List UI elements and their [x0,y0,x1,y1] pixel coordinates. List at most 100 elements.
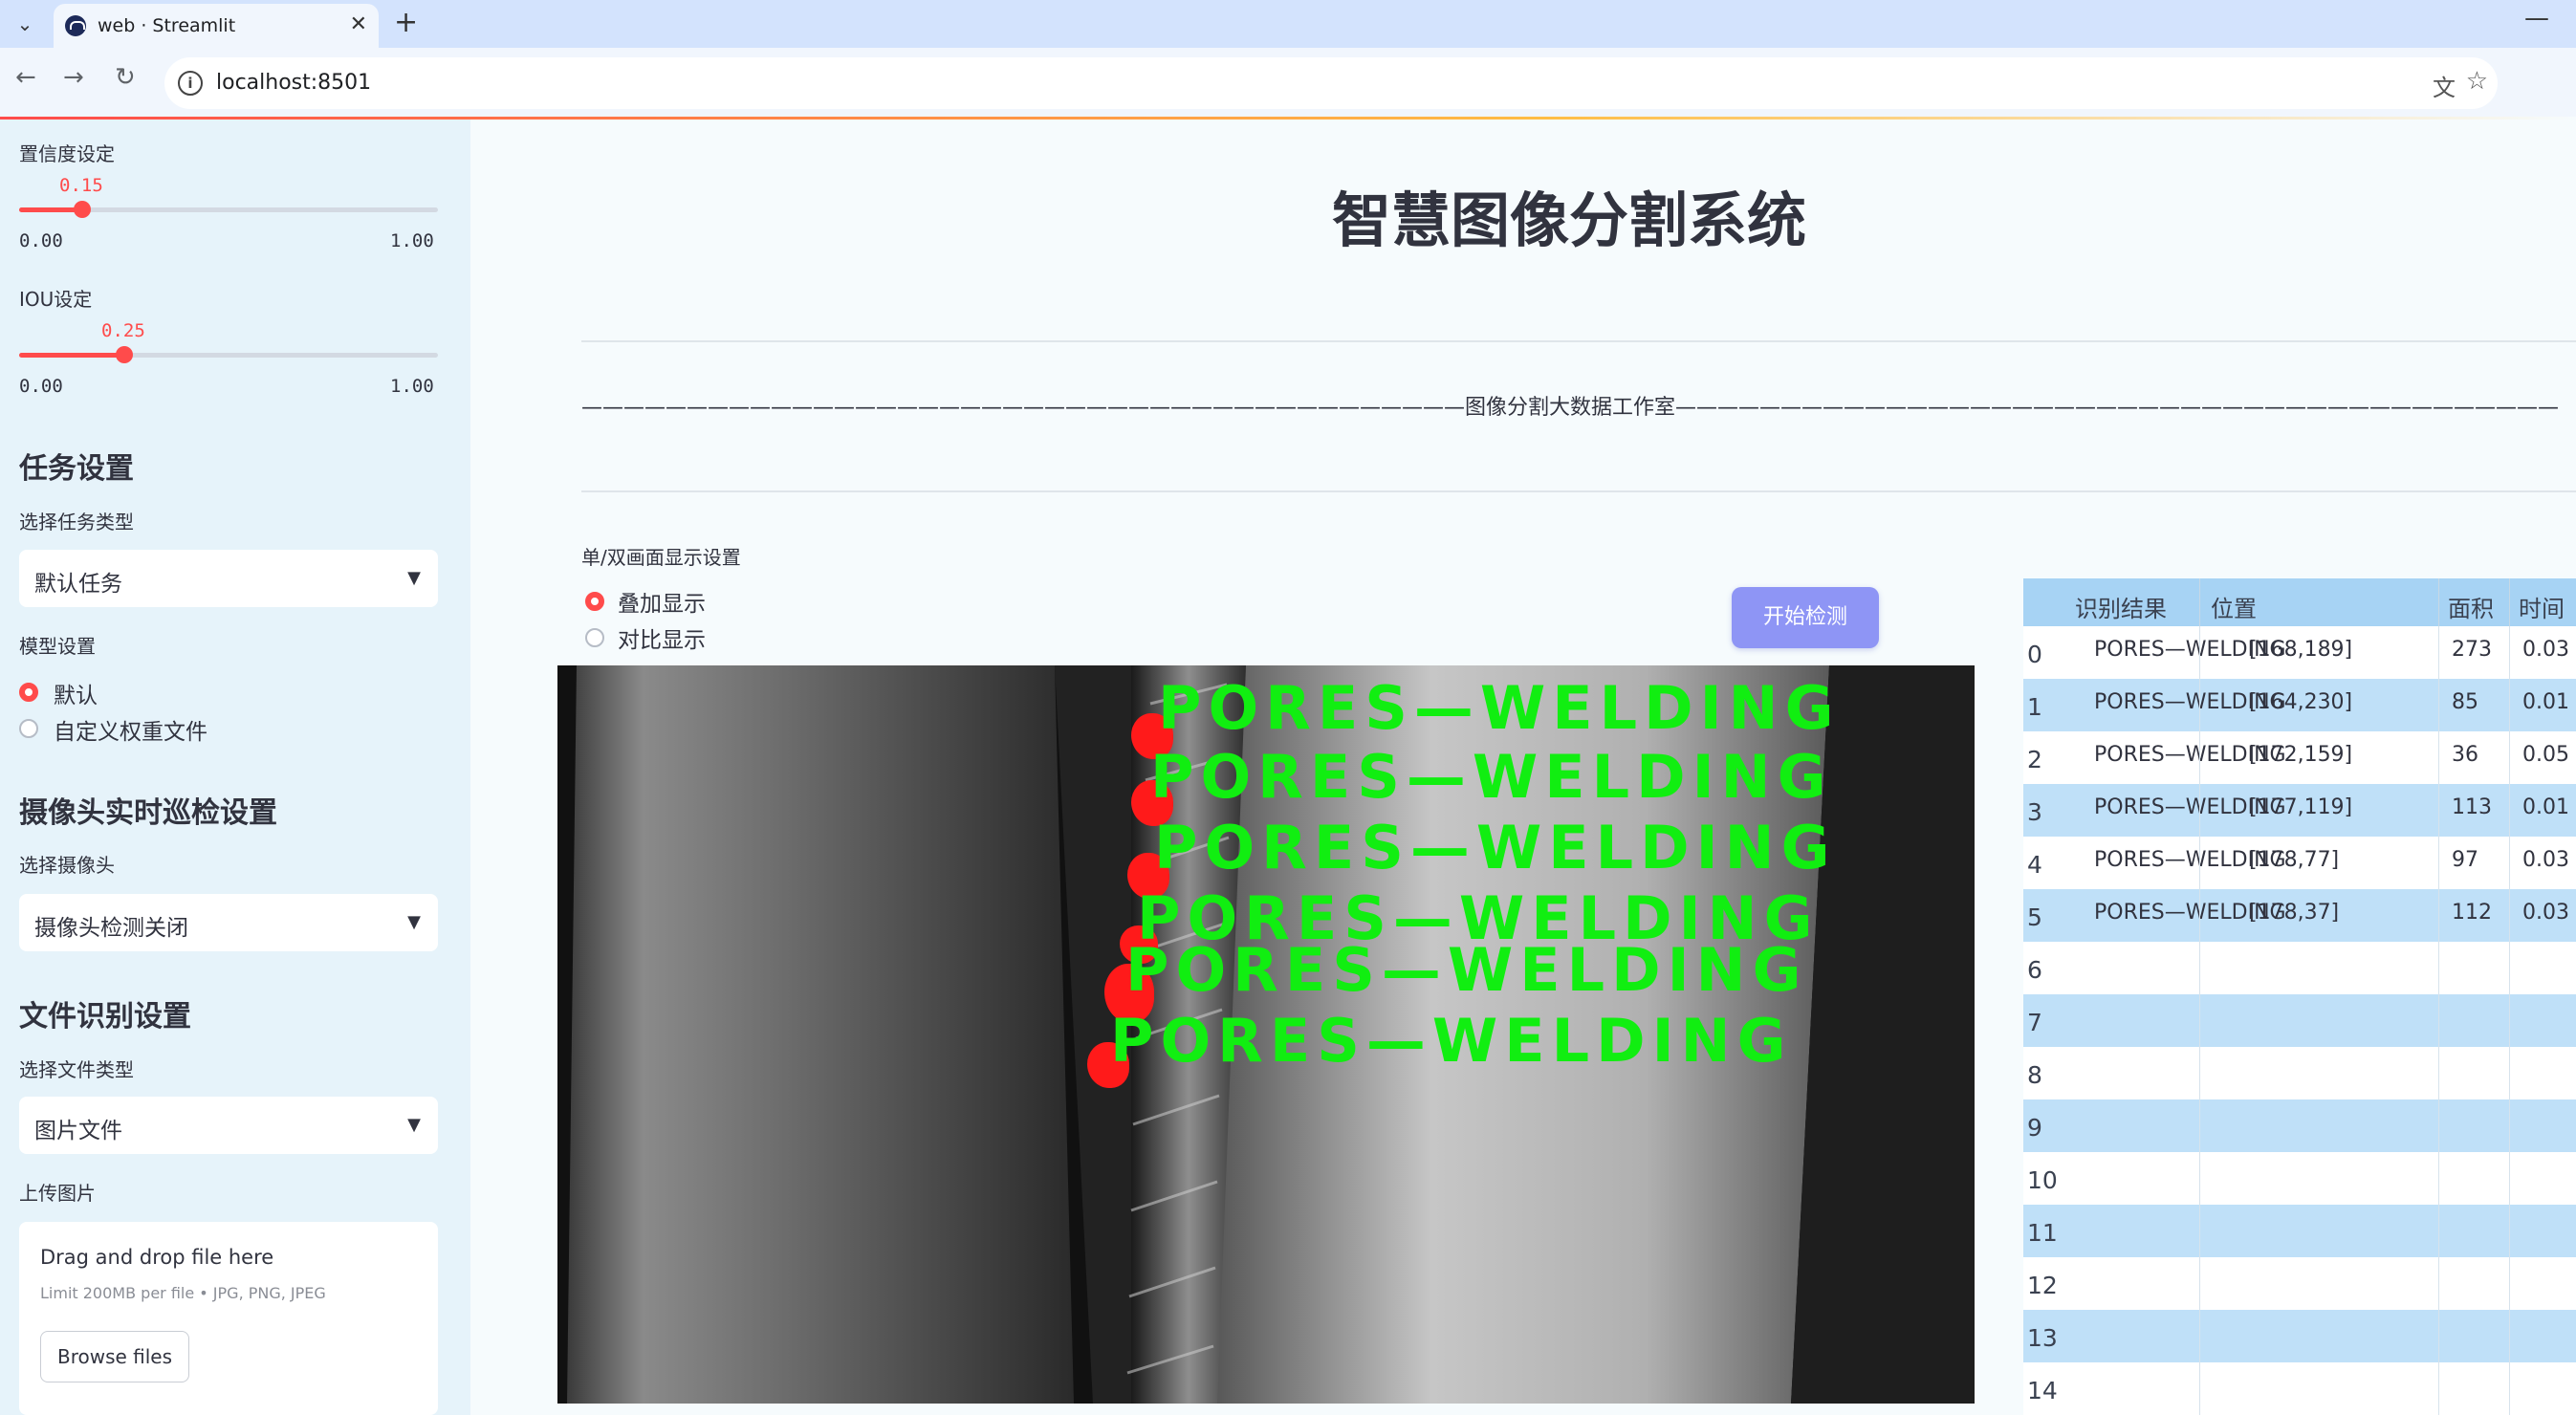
close-tab-icon[interactable]: ✕ [350,12,367,36]
cell-time: 0.03 [2522,848,2569,872]
row-index: 10 [2027,1166,2058,1194]
iou-max: 1.00 [390,376,434,397]
reload-icon[interactable]: ↻ [115,63,136,92]
display-radio-overlay[interactable] [585,592,604,611]
start-detection-button[interactable]: 开始检测 [1732,587,1879,648]
table-row[interactable]: 2 PORES—WELDING [172,159] 36 0.05 [2023,731,2576,784]
confidence-slider-thumb[interactable] [74,201,91,218]
back-icon[interactable]: ← [15,63,36,92]
table-row[interactable]: 9 [2023,1099,2576,1152]
column-divider [2509,1310,2510,1362]
browser-tab-bar: ⌄ web · Streamlit ✕ + — [0,0,2576,48]
model-radio-default[interactable] [19,683,38,702]
iou-value: 0.25 [101,320,145,341]
dropzone-title: Drag and drop file here [40,1246,274,1269]
segmentation-result-image: PORES—WELDING PORES—WELDING PORES—WELDIN… [557,665,1975,1404]
model-radio-custom[interactable] [19,719,38,738]
site-info-icon[interactable]: i [178,71,203,96]
row-index: 5 [2027,903,2042,931]
table-row[interactable]: 0 PORES—WELDING [168,189] 273 0.03 [2023,626,2576,679]
table-row[interactable]: 4 PORES—WELDING [178,77] 97 0.03 [2023,837,2576,889]
cell-area: 112 [2452,901,2492,925]
cell-position: [178,77] [2249,848,2340,872]
cell-area: 97 [2452,848,2478,872]
header-time[interactable]: 时间 [2519,590,2565,623]
translate-icon[interactable]: 文 [2433,69,2456,102]
column-divider [2199,731,2200,784]
tab-search-icon[interactable]: ⌄ [10,8,40,40]
iou-min: 0.00 [19,376,63,397]
confidence-max: 1.00 [390,230,434,251]
table-row[interactable]: 13 [2023,1310,2576,1362]
cell-time: 0.03 [2522,901,2569,925]
upload-label: 上传图片 [19,1182,96,1205]
chevron-down-icon: ▼ [407,1115,421,1135]
row-index: 0 [2027,641,2042,668]
table-row[interactable]: 5 PORES—WELDING [178,37] 112 0.03 [2023,889,2576,942]
row-index: 13 [2027,1324,2058,1352]
minimize-window-icon[interactable]: — [2524,4,2549,33]
table-row[interactable]: 7 [2023,994,2576,1047]
table-row[interactable]: 8 [2023,1047,2576,1099]
iou-slider-thumb[interactable] [116,346,133,363]
column-divider [2438,1362,2439,1415]
column-divider [2438,578,2439,626]
cell-time: 0.01 [2522,795,2569,819]
bookmark-star-icon[interactable]: ☆ [2466,67,2488,96]
column-divider [2199,994,2200,1047]
table-row[interactable]: 12 [2023,1257,2576,1310]
table-row[interactable]: 3 PORES—WELDING [177,119] 113 0.01 [2023,784,2576,837]
column-divider [2199,1047,2200,1099]
file-dropzone[interactable]: Drag and drop file here Limit 200MB per … [19,1222,438,1415]
header-position[interactable]: 位置 [2211,590,2257,623]
row-index: 3 [2027,798,2042,826]
new-tab-icon[interactable]: + [394,6,418,39]
column-divider [2509,942,2510,994]
cell-area: 113 [2452,795,2492,819]
table-row[interactable]: 6 [2023,942,2576,994]
row-index: 7 [2027,1009,2042,1036]
column-divider [2199,1205,2200,1257]
column-divider [2509,1362,2510,1415]
model-settings-label: 模型设置 [19,635,96,658]
cell-position: [172,159] [2249,743,2353,767]
display-option-compare[interactable]: 对比显示 [618,621,706,654]
page-title: 智慧图像分割系统 [1332,185,1807,255]
camera-select-label: 选择摄像头 [19,854,115,877]
model-option-default[interactable]: 默认 [54,677,98,709]
column-divider [2199,578,2200,626]
display-radio-compare[interactable] [585,628,604,647]
column-divider [2509,626,2510,679]
column-divider [2438,626,2439,679]
detection-label: PORES—WELDING [1158,673,1841,743]
table-row[interactable]: 1 PORES—WELDING [164,230] 85 0.01 [2023,679,2576,731]
browser-tab[interactable]: web · Streamlit ✕ [54,4,379,48]
detection-label: PORES—WELDING [1110,1006,1793,1076]
column-divider [2438,1310,2439,1362]
column-divider [2438,837,2439,889]
task-type-select[interactable]: 默认任务 ▼ [19,550,438,607]
iou-slider[interactable] [19,346,438,363]
url-text[interactable]: localhost:8501 [216,71,371,95]
file-type-select[interactable]: 图片文件 ▼ [19,1097,438,1154]
confidence-slider[interactable] [19,201,438,218]
column-divider [2438,784,2439,837]
table-row[interactable]: 14 [2023,1362,2576,1415]
model-option-custom[interactable]: 自定义权重文件 [54,713,207,746]
table-row[interactable]: 11 [2023,1205,2576,1257]
address-bar[interactable]: i localhost:8501 文 ☆ [164,57,2498,109]
camera-select[interactable]: 摄像头检测关闭 ▼ [19,894,438,951]
row-index: 1 [2027,693,2042,721]
tab-title: web · Streamlit [98,15,236,36]
header-result[interactable]: 识别结果 [2075,590,2167,623]
header-area[interactable]: 面积 [2448,590,2494,623]
row-index: 6 [2027,956,2042,984]
table-row[interactable]: 10 [2023,1152,2576,1205]
column-divider [2438,1152,2439,1205]
browse-files-button[interactable]: Browse files [40,1331,189,1382]
file-settings-heading: 文件识别设置 [19,1000,191,1034]
cell-area: 273 [2452,638,2492,662]
display-option-overlay[interactable]: 叠加显示 [618,585,706,618]
column-divider [2509,1099,2510,1152]
forward-icon[interactable]: → [63,63,84,92]
